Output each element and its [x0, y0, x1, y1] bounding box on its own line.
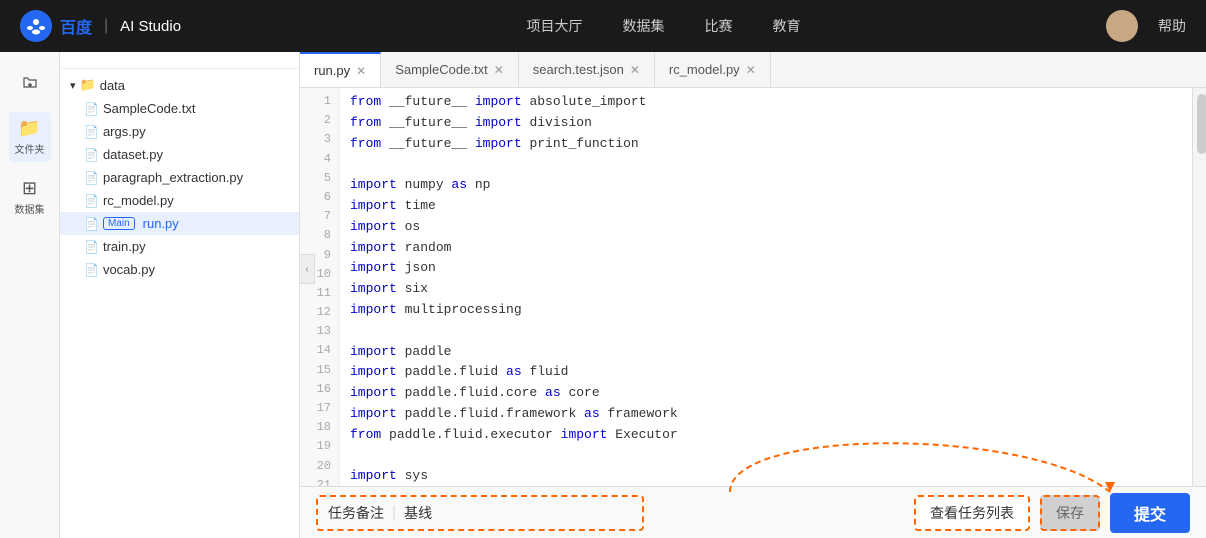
file-vocab[interactable]: 📄 vocab.py — [60, 258, 299, 281]
view-tasks-button[interactable]: 查看任务列表 — [914, 495, 1030, 531]
tab-bar: run.py ✕ SampleCode.txt ✕ search.test.js… — [300, 52, 1206, 88]
baseline-label: 基线 — [396, 499, 440, 527]
nav-education[interactable]: 教育 — [773, 16, 801, 36]
folder-name: data — [100, 78, 125, 93]
code-content[interactable]: from __future__ import absolute_import f… — [340, 88, 1192, 486]
code-editor: 123456789101112131415161718192021222324 … — [300, 88, 1206, 486]
submit-button[interactable]: 提交 — [1110, 493, 1190, 533]
file-name-vocab: vocab.py — [103, 262, 155, 277]
chevron-down-icon: ▾ — [70, 79, 76, 92]
scrollbar-thumb[interactable] — [1197, 94, 1206, 154]
left-sidebar: 📁 文件夹 ⊞ 数据集 — [0, 52, 60, 538]
datasets-label: 数据集 — [15, 201, 45, 216]
new-file-button[interactable] — [0, 66, 4, 98]
bottom-bar: 任务备注 | 基线 查看任务列表 保存 提交 — [300, 486, 1206, 538]
tab-samplecode-label: SampleCode.txt — [395, 62, 488, 77]
tab-search-label: search.test.json — [533, 62, 624, 77]
vertical-scrollbar[interactable] — [1192, 88, 1206, 486]
nav-datasets[interactable]: 数据集 — [623, 16, 665, 36]
logo-divider: | — [104, 17, 108, 35]
file-name-rcmodel: rc_model.py — [103, 193, 174, 208]
tab-search-close[interactable]: ✕ — [630, 64, 640, 76]
tab-search[interactable]: search.test.json ✕ — [519, 52, 655, 88]
file-rcmodel[interactable]: 📄 rc_model.py — [60, 189, 299, 212]
main-nav: 项目大厅 数据集 比赛 教育 — [221, 16, 1106, 36]
save-button[interactable]: 保存 — [1040, 495, 1100, 531]
task-note-group: 任务备注 | 基线 — [316, 495, 644, 531]
tab-samplecode-close[interactable]: ✕ — [494, 64, 504, 76]
file-paragraph[interactable]: 📄 paragraph_extraction.py — [60, 166, 299, 189]
line-numbers: 123456789101112131415161718192021222324 — [300, 88, 340, 486]
file-args[interactable]: 📄 args.py — [60, 120, 299, 143]
baseline-input[interactable] — [440, 501, 640, 525]
task-note-label: 任务备注 — [320, 499, 392, 527]
file-icon-args: 📄 — [84, 125, 99, 139]
baidu-icon — [20, 10, 52, 42]
tab-runpy-close[interactable]: ✕ — [356, 65, 366, 77]
folder-icon: 📁 — [18, 118, 40, 139]
file-icon-dataset: 📄 — [84, 148, 99, 162]
tab-rcmodel-label: rc_model.py — [669, 62, 740, 77]
file-name-samplecode: SampleCode.txt — [103, 101, 196, 116]
file-name-runpy: run.py — [143, 216, 179, 231]
sidebar-item-files[interactable]: 📁 文件夹 — [9, 112, 51, 162]
sidebar-item-datasets[interactable]: ⊞ 数据集 — [9, 172, 51, 222]
file-icon-paragraph: 📄 — [84, 171, 99, 185]
file-icon-train: 📄 — [84, 240, 99, 254]
file-dataset[interactable]: 📄 dataset.py — [60, 143, 299, 166]
header-right: 帮助 — [1106, 10, 1186, 42]
file-icon-runpy: 📄 — [84, 217, 99, 231]
tab-samplecode[interactable]: SampleCode.txt ✕ — [381, 52, 519, 88]
tab-runpy[interactable]: run.py ✕ — [300, 52, 381, 88]
nav-projects[interactable]: 项目大厅 — [527, 16, 583, 36]
studio-text: AI Studio — [120, 18, 181, 35]
file-icon-vocab: 📄 — [84, 263, 99, 277]
file-icon-rcmodel: 📄 — [84, 194, 99, 208]
main-container: 📁 文件夹 ⊞ 数据集 ▾ 📁 data 📄 Sample — [0, 52, 1206, 538]
folder-data[interactable]: ▾ 📁 data — [60, 73, 299, 97]
tab-rcmodel-close[interactable]: ✕ — [746, 64, 756, 76]
tab-runpy-label: run.py — [314, 63, 350, 78]
new-folder-button[interactable] — [10, 66, 50, 98]
folder-icon-data: 📁 — [80, 77, 96, 93]
nav-competition[interactable]: 比赛 — [705, 16, 733, 36]
file-train[interactable]: 📄 train.py — [60, 235, 299, 258]
file-tree-content: ▾ 📁 data 📄 SampleCode.txt 📄 args.py 📄 da… — [60, 69, 299, 538]
tab-rcmodel[interactable]: rc_model.py ✕ — [655, 52, 771, 88]
header: 百度 | AI Studio 项目大厅 数据集 比赛 教育 帮助 — [0, 0, 1206, 52]
file-runpy[interactable]: 📄 Main run.py — [60, 212, 299, 235]
file-tree-toolbar — [60, 52, 299, 69]
help-link[interactable]: 帮助 — [1158, 16, 1186, 36]
files-label: 文件夹 — [15, 141, 45, 156]
collapse-arrow[interactable]: ‹ — [299, 254, 315, 284]
logo: 百度 | AI Studio — [20, 10, 181, 42]
baidu-text: 百度 — [60, 14, 92, 38]
main-badge: Main — [103, 217, 135, 230]
file-tree: ▾ 📁 data 📄 SampleCode.txt 📄 args.py 📄 da… — [60, 52, 300, 538]
bottom-right: 查看任务列表 保存 提交 — [914, 493, 1190, 533]
file-samplecode[interactable]: 📄 SampleCode.txt — [60, 97, 299, 120]
datasets-icon: ⊞ — [22, 178, 37, 199]
file-name-args: args.py — [103, 124, 146, 139]
editor-area: run.py ✕ SampleCode.txt ✕ search.test.js… — [300, 52, 1206, 538]
file-name-train: train.py — [103, 239, 146, 254]
file-name-paragraph: paragraph_extraction.py — [103, 170, 243, 185]
file-name-dataset: dataset.py — [103, 147, 163, 162]
user-avatar[interactable] — [1106, 10, 1138, 42]
file-icon-samplecode: 📄 — [84, 102, 99, 116]
